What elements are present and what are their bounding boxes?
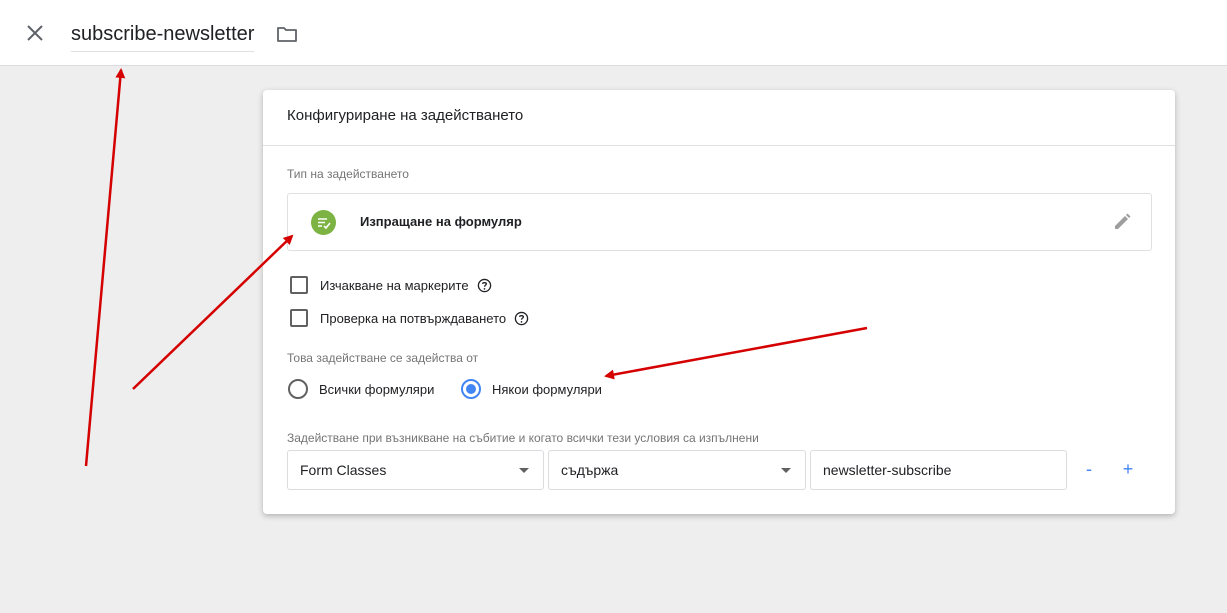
remove-condition-button[interactable]: - <box>1076 456 1102 482</box>
variable-select-value: Form Classes <box>300 462 387 478</box>
form-submit-icon <box>311 210 336 235</box>
add-condition-button[interactable]: + <box>1115 456 1141 482</box>
variable-select[interactable]: Form Classes <box>287 450 544 490</box>
close-button[interactable] <box>22 20 48 46</box>
check-validation-checkbox[interactable] <box>290 309 308 327</box>
wait-for-tags-row: Изчакване на маркерите <box>290 275 492 295</box>
some-forms-radio[interactable] <box>461 379 481 399</box>
folder-button[interactable] <box>275 22 299 46</box>
wait-for-tags-label: Изчакване на маркерите <box>320 277 469 293</box>
folder-icon <box>277 27 297 42</box>
all-forms-label: Всички формуляри <box>319 381 435 397</box>
trigger-name-field[interactable]: subscribe-newsletter <box>71 20 255 52</box>
annotation-arrow <box>84 68 126 467</box>
all-forms-radio[interactable] <box>288 379 308 399</box>
trigger-config-card: Конфигуриране на задействането Тип на за… <box>263 90 1175 514</box>
help-icon[interactable] <box>514 311 529 326</box>
trigger-type-label: Тип на задействането <box>287 167 409 181</box>
check-validation-row: Проверка на потвърждаването <box>290 308 529 328</box>
trigger-title[interactable]: subscribe-newsletter <box>71 23 254 45</box>
card-title: Конфигуриране на задействането <box>263 90 1175 146</box>
some-forms-option[interactable]: Някои формуляри <box>461 378 602 400</box>
fires-on-label: Това задействане се задейства от <box>287 351 479 365</box>
wait-for-tags-checkbox[interactable] <box>290 276 308 294</box>
top-bar: subscribe-newsletter <box>0 0 1227 66</box>
condition-label: Задействане при възникване на събитие и … <box>287 431 759 445</box>
edit-icon[interactable] <box>1111 211 1133 233</box>
operator-select[interactable]: съдържа <box>548 450 806 490</box>
trigger-type-name: Изпращане на формуляр <box>360 214 522 229</box>
close-icon <box>27 25 43 41</box>
operator-select-value: съдържа <box>561 462 619 478</box>
all-forms-option[interactable]: Всички формуляри <box>288 378 434 400</box>
trigger-type-selector[interactable]: Изпращане на формуляр <box>287 193 1152 251</box>
chevron-down-icon <box>781 468 791 473</box>
condition-value-input[interactable] <box>810 450 1067 490</box>
check-validation-label: Проверка на потвърждаването <box>320 310 507 326</box>
chevron-down-icon <box>519 468 529 473</box>
some-forms-label: Някои формуляри <box>492 381 602 397</box>
help-icon[interactable] <box>477 278 492 293</box>
